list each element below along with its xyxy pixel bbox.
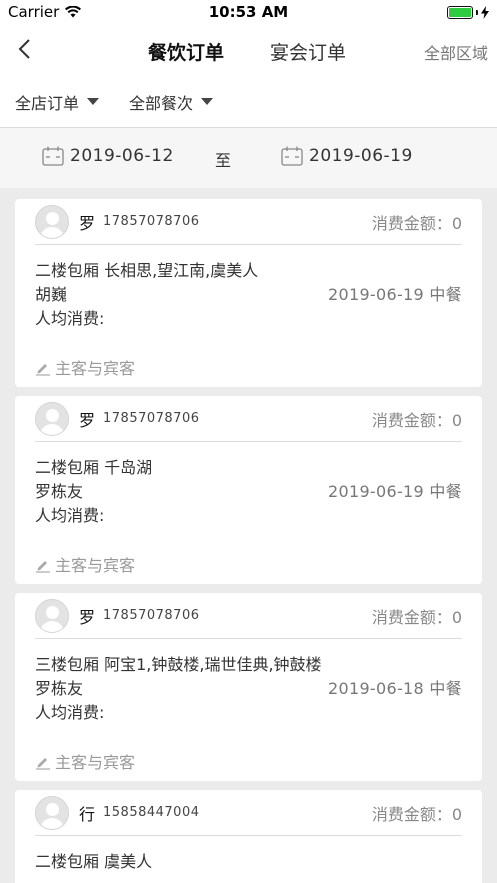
host-name: 罗栋友 (35, 482, 84, 501)
host-and-guests-label: 主客与宾客 (55, 556, 136, 575)
per-person-spend: 人均消费: (35, 309, 105, 328)
calendar-icon (42, 146, 64, 166)
avatar (35, 401, 69, 436)
area-filter-button[interactable]: 全部区域 (424, 40, 488, 64)
carrier-label: Carrier (8, 3, 60, 21)
filter-bar: 全店订单 全部餐次 (0, 76, 497, 128)
battery-icon (447, 5, 473, 19)
guest-phone: 17857078706 (103, 214, 200, 229)
guest-phone: 17857078706 (103, 411, 200, 426)
room-info: 二楼包厢 长相思,望江南,虞美人 (35, 261, 259, 280)
nav-bar: 餐饮订单 宴会订单 全部区域 (0, 24, 497, 76)
guest-phone: 17857078706 (103, 608, 200, 623)
room-info: 二楼包厢 虞美人 (35, 852, 153, 871)
host-and-guests-label: 主客与宾客 (55, 359, 136, 378)
guest-name: 罗 (79, 410, 96, 430)
avatar (35, 204, 69, 239)
guest-name: 罗 (79, 213, 96, 233)
order-amount: 消费金额：0 (371, 410, 462, 430)
battery-tip (476, 9, 478, 15)
battery-fill (449, 7, 471, 17)
room-info: 二楼包厢 千岛湖 (35, 458, 153, 477)
back-button[interactable] (12, 36, 36, 62)
meal-info: 2019-06-18 中餐 (328, 679, 462, 698)
host-and-guests-label: 主客与宾客 (55, 753, 136, 772)
order-amount: 消费金额：0 (371, 804, 462, 824)
store-filter-dropdown[interactable]: 全店订单 (15, 90, 100, 114)
avatar (35, 598, 69, 633)
order-amount: 消费金额：0 (371, 607, 462, 627)
guest-phone: 15858447004 (103, 805, 200, 820)
order-card[interactable]: 罗 17857078706 消费金额：0 二楼包厢 长相思,望江南,虞美人 胡巍… (15, 199, 482, 387)
avatar (35, 795, 69, 830)
room-info: 三楼包厢 阿宝1,钟鼓楼,瑞世佳典,钟鼓楼 (35, 655, 322, 674)
per-person-spend: 人均消费: (35, 506, 105, 525)
calendar-icon (281, 146, 303, 166)
tab-dining-orders[interactable]: 餐饮订单 (148, 38, 224, 65)
order-card-body: 三楼包厢 阿宝1,钟鼓楼,瑞世佳典,钟鼓楼 罗栋友 2019-06-18 中餐 … (35, 639, 462, 775)
pencil-icon (36, 758, 50, 770)
host-and-guests-link[interactable]: 主客与宾客 (35, 751, 462, 775)
meal-info: 2019-06-19 中餐 (328, 285, 462, 304)
order-card-header: 罗 17857078706 消费金额：0 (35, 199, 462, 245)
store-filter-label: 全店订单 (15, 93, 80, 113)
order-card-body: 二楼包厢 虞美人 (35, 836, 462, 874)
caret-down-icon (201, 98, 214, 105)
order-amount: 消费金额：0 (371, 213, 462, 233)
guest-name: 行 (79, 804, 96, 824)
status-left: Carrier (8, 3, 82, 21)
start-date-picker[interactable]: 2019-06-12 (42, 146, 174, 166)
end-date-picker[interactable]: 2019-06-19 (281, 146, 413, 166)
date-range-bar: 2019-06-12 至 2019-06-19 (0, 128, 497, 188)
host-name: 罗栋友 (35, 679, 84, 698)
date-separator: 至 (215, 151, 232, 170)
per-person-spend: 人均消费: (35, 703, 105, 722)
wifi-icon (65, 6, 82, 18)
host-and-guests-link[interactable]: 主客与宾客 (35, 357, 462, 381)
meal-filter-label: 全部餐次 (129, 93, 194, 113)
order-card[interactable]: 罗 17857078706 消费金额：0 二楼包厢 千岛湖 罗栋友 2019-0… (15, 396, 482, 584)
order-card-header: 罗 17857078706 消费金额：0 (35, 593, 462, 639)
chevron-left-icon (18, 39, 30, 59)
pencil-icon (36, 561, 50, 573)
order-card-header: 行 15858447004 消费金额：0 (35, 790, 462, 836)
tab-banquet-orders[interactable]: 宴会订单 (270, 38, 346, 65)
end-date-value: 2019-06-19 (309, 146, 413, 166)
order-card-header: 罗 17857078706 消费金额：0 (35, 396, 462, 442)
caret-down-icon (87, 98, 100, 105)
meal-filter-dropdown[interactable]: 全部餐次 (129, 90, 214, 114)
guest-name: 罗 (79, 607, 96, 627)
order-card[interactable]: 行 15858447004 消费金额：0 二楼包厢 虞美人 (15, 790, 482, 883)
battery-indicator (447, 5, 489, 19)
meal-info: 2019-06-19 中餐 (328, 482, 462, 501)
order-card-body: 二楼包厢 千岛湖 罗栋友 2019-06-19 中餐 人均消费: 主客与宾客 (35, 442, 462, 578)
order-card[interactable]: 罗 17857078706 消费金额：0 三楼包厢 阿宝1,钟鼓楼,瑞世佳典,钟… (15, 593, 482, 781)
host-and-guests-link[interactable]: 主客与宾客 (35, 554, 462, 578)
charging-bolt-icon (481, 5, 489, 19)
status-bar: Carrier 10:53 AM (0, 0, 497, 24)
start-date-value: 2019-06-12 (70, 146, 174, 166)
host-name: 胡巍 (35, 285, 68, 304)
order-card-body: 二楼包厢 长相思,望江南,虞美人 胡巍 2019-06-19 中餐 人均消费: … (35, 245, 462, 381)
order-list: 罗 17857078706 消费金额：0 二楼包厢 长相思,望江南,虞美人 胡巍… (0, 188, 497, 883)
pencil-icon (36, 364, 50, 376)
